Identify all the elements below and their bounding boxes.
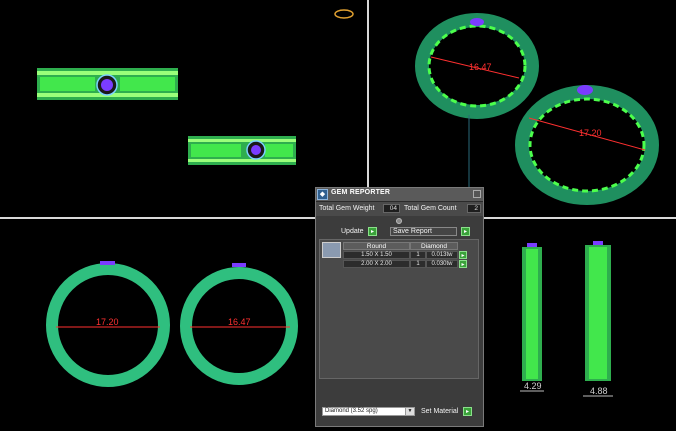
column-header-round[interactable]: Round xyxy=(343,242,410,250)
material-select[interactable]: Diamond (3.52 spg) ▼ xyxy=(322,407,415,416)
perspective-view-canvas: 16.47 17.20 xyxy=(415,13,659,217)
gem-thumbnail[interactable] xyxy=(322,242,341,258)
ring-band-top-2[interactable] xyxy=(188,136,296,165)
gem-reporter-panel: ◆ GEM REPORTER Total Gem Weight 04 Total… xyxy=(315,187,484,427)
ring-side-2[interactable] xyxy=(585,241,611,381)
gem-reporter-titlebar[interactable]: ◆ GEM REPORTER xyxy=(316,188,483,202)
total-gem-count-label: Total Gem Count xyxy=(404,205,457,212)
row-select-button[interactable]: ▸ xyxy=(459,260,467,268)
update-button[interactable]: ▸ xyxy=(368,227,377,236)
totals-row: Total Gem Weight 04 Total Gem Count 2 xyxy=(316,202,483,216)
set-material-button[interactable]: ▸ xyxy=(463,407,472,416)
close-icon[interactable] xyxy=(473,190,481,198)
gem-count-cell: 1 xyxy=(410,260,426,268)
dimension-label-front-1: 17.20 xyxy=(96,317,119,327)
total-gem-count-value: 2 xyxy=(467,204,481,213)
save-report-label: Save Report xyxy=(393,228,432,235)
material-row: Diamond (3.52 spg) ▼ Set Material ▸ xyxy=(316,403,483,417)
chevron-down-icon: ▼ xyxy=(405,408,414,415)
gem-size-cell: 2.00 X 2.00 xyxy=(343,260,410,268)
dimension-label-side-2: 4.88 xyxy=(590,386,608,396)
view-cube-icon[interactable] xyxy=(334,9,354,19)
dimension-label-side-1: 4.29 xyxy=(524,381,542,391)
gem-reporter-title: GEM REPORTER xyxy=(331,189,391,196)
ring-3d-2[interactable] xyxy=(515,85,659,205)
save-report-button[interactable]: ▸ xyxy=(461,227,470,236)
dimension-label-perspective-1: 16.47 xyxy=(469,62,492,72)
gem-count-cell: 1 xyxy=(410,251,426,259)
gem-weight-cell: 0.013tw xyxy=(426,251,458,259)
viewport-bottom-left[interactable]: 17.20 16.47 xyxy=(0,219,315,427)
viewport-bottom-right[interactable]: 4.29 4.88 xyxy=(484,219,676,427)
gem-weight-cell: 0.030tw xyxy=(426,260,458,268)
dimension-label-front-2: 16.47 xyxy=(228,317,251,327)
gem-size-cell: 1.50 X 1.50 xyxy=(343,251,410,259)
gem-table: Round Diamond 1.50 X 1.50 1 0.013tw ▸ 2.… xyxy=(319,239,479,379)
action-row: Update ▸ Save Report ▸ xyxy=(316,226,483,238)
viewport-top-left[interactable] xyxy=(0,0,367,217)
front-view-canvas: 17.20 16.47 xyxy=(46,261,298,387)
column-header-diamond[interactable]: Diamond xyxy=(410,242,458,250)
total-gem-weight-label: Total Gem Weight xyxy=(319,205,375,212)
ring-band-top-1[interactable] xyxy=(37,68,178,100)
collapse-toggle-icon[interactable] xyxy=(396,218,402,224)
total-gem-weight-value: 04 xyxy=(383,204,400,213)
viewport-top-right[interactable]: 16.47 17.20 xyxy=(369,0,676,217)
top-view-canvas xyxy=(37,9,354,165)
row-select-button[interactable]: ▸ xyxy=(459,251,467,259)
set-material-label: Set Material xyxy=(421,408,459,415)
gem-reporter-logo-icon: ◆ xyxy=(317,189,328,200)
side-view-canvas: 4.29 4.88 xyxy=(520,241,613,397)
update-label: Update xyxy=(341,228,364,235)
save-report-field[interactable]: Save Report xyxy=(390,227,457,236)
dimension-label-perspective-2: 17.20 xyxy=(579,128,602,138)
ring-side-1[interactable] xyxy=(522,243,542,381)
material-select-value: Diamond (3.52 spg) xyxy=(325,408,378,414)
